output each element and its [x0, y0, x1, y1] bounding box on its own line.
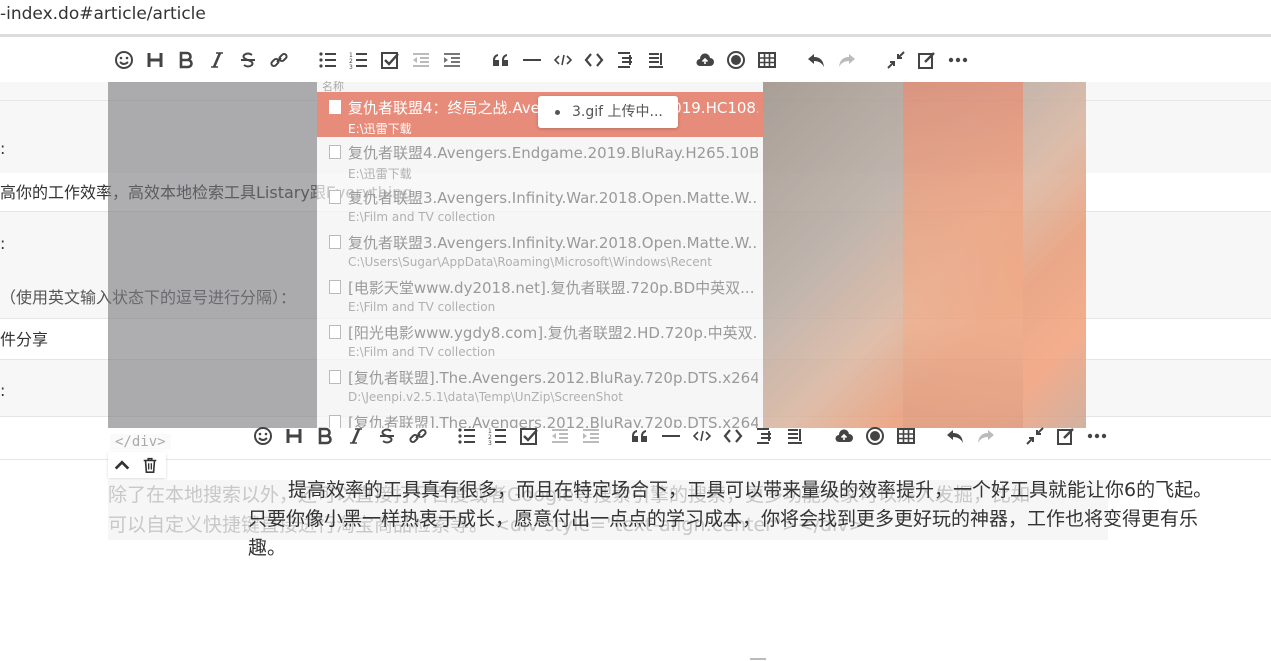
result-item[interactable]: [阳光电影www.ygdy8.com].复仇者联盟2.HD.720p.中英双..…: [317, 317, 763, 362]
link-icon[interactable]: [406, 424, 430, 448]
bold-icon[interactable]: [174, 48, 198, 72]
record-icon[interactable]: [863, 424, 887, 448]
strikethrough-icon[interactable]: [375, 424, 399, 448]
block-controls: [108, 452, 166, 478]
outdent-icon[interactable]: [409, 48, 433, 72]
trash-icon[interactable]: [136, 452, 164, 478]
heading-icon[interactable]: [143, 48, 167, 72]
inline-code-icon[interactable]: [690, 424, 714, 448]
chevron-up-icon[interactable]: [108, 452, 136, 478]
code-block-icon[interactable]: [582, 48, 606, 72]
result-item[interactable]: 复仇者联盟3.Avengers.Infinity.War.2018.Open.M…: [317, 227, 763, 272]
indent-icon[interactable]: [440, 48, 464, 72]
upload-icon[interactable]: [832, 424, 856, 448]
emoji-icon[interactable]: [251, 424, 275, 448]
upload-text: 3.gif 上传中...: [572, 104, 663, 120]
paragraph-line: 趣。: [248, 537, 287, 559]
editor-toolbar: 123: [112, 48, 977, 72]
svg-text:3: 3: [349, 64, 353, 70]
ordered-list-icon[interactable]: 123: [347, 48, 371, 72]
file-icon: [329, 100, 341, 114]
link-icon[interactable]: [267, 48, 291, 72]
checklist-icon[interactable]: [517, 424, 541, 448]
paragraph-line: 提高效率的工具真有很多，而且在特定场合下，工具可以带来量级的效率提升，一个好工具…: [288, 479, 1213, 501]
row-label: :: [0, 139, 6, 158]
file-icon: [329, 280, 341, 294]
edit-mode-icon[interactable]: [1054, 424, 1078, 448]
more-icon[interactable]: [1085, 424, 1109, 448]
heading-icon[interactable]: [282, 424, 306, 448]
outdent-icon[interactable]: [548, 424, 572, 448]
inline-code-icon[interactable]: [551, 48, 575, 72]
record-icon[interactable]: [724, 48, 748, 72]
italic-icon[interactable]: [205, 48, 229, 72]
unordered-list-icon[interactable]: [316, 48, 340, 72]
emoji-icon[interactable]: [112, 48, 136, 72]
file-icon: [329, 235, 341, 249]
hr-icon[interactable]: [520, 48, 544, 72]
result-item[interactable]: [复仇者联盟].The.Avengers.2012.BluRay.720p.DT…: [317, 362, 763, 407]
more-icon[interactable]: [946, 48, 970, 72]
row-label: :: [0, 234, 6, 253]
file-icon: [329, 370, 341, 384]
checklist-icon[interactable]: [378, 48, 402, 72]
resize-handle[interactable]: [750, 658, 766, 660]
italic-icon[interactable]: [344, 424, 368, 448]
ordered-list-icon[interactable]: 123: [486, 424, 510, 448]
fullscreen-exit-icon[interactable]: [1023, 424, 1047, 448]
hr-icon[interactable]: [659, 424, 683, 448]
screenshot-overlay: [108, 82, 317, 428]
address-text: -index.do#article/article: [0, 4, 206, 24]
code-block-icon[interactable]: [721, 424, 745, 448]
result-item[interactable]: [电影天堂www.dy2018.net].复仇者联盟.720p.BD中英双...…: [317, 272, 763, 317]
quote-icon[interactable]: [489, 48, 513, 72]
table-insert-after-icon[interactable]: [783, 424, 807, 448]
result-item[interactable]: 复仇者联盟3.Avengers.Infinity.War.2018.Open.M…: [317, 182, 763, 227]
unordered-list-icon[interactable]: [455, 424, 479, 448]
address-bar[interactable]: -index.do#article/article: [0, 0, 1271, 37]
upload-icon[interactable]: [693, 48, 717, 72]
bold-icon[interactable]: [313, 424, 337, 448]
table-insert-before-icon[interactable]: [752, 424, 776, 448]
file-icon: [329, 145, 341, 159]
redo-icon[interactable]: [835, 48, 859, 72]
fullscreen-exit-icon[interactable]: [884, 48, 908, 72]
tags-value: 件分享: [0, 330, 49, 349]
svg-text:3: 3: [488, 440, 492, 446]
editor-content[interactable]: 提高效率的工具真有很多，而且在特定场合下，工具可以带来量级的效率提升，一个好工具…: [248, 476, 1258, 563]
file-icon: [329, 190, 341, 204]
table-icon[interactable]: [894, 424, 918, 448]
table-insert-after-icon[interactable]: [644, 48, 668, 72]
fire-image: [763, 82, 1086, 428]
upload-progress-tooltip: 3.gif 上传中...: [538, 96, 678, 128]
code-snippet: </div>: [110, 434, 171, 450]
table-insert-before-icon[interactable]: [613, 48, 637, 72]
indent-icon[interactable]: [579, 424, 603, 448]
edit-mode-icon[interactable]: [915, 48, 939, 72]
row-label: :: [0, 381, 6, 400]
table-icon[interactable]: [755, 48, 779, 72]
file-icon: [329, 325, 341, 339]
undo-icon[interactable]: [943, 424, 967, 448]
redo-icon[interactable]: [974, 424, 998, 448]
paragraph-line: 只要你像小黑一样热衷于成长，愿意付出一点点的学习成本，你将会找到更多更好玩的神器…: [248, 508, 1199, 530]
strikethrough-icon[interactable]: [236, 48, 260, 72]
undo-icon[interactable]: [804, 48, 828, 72]
floating-editor-toolbar: 123: [251, 424, 1116, 448]
search-results-panel: 名称 复仇者联盟4：终局之战.Avengers.Endgame.2019.HC1…: [317, 81, 763, 428]
quote-icon[interactable]: [628, 424, 652, 448]
result-item[interactable]: 复仇者联盟4.Avengers.Endgame.2019.BluRay.H265…: [317, 137, 763, 182]
